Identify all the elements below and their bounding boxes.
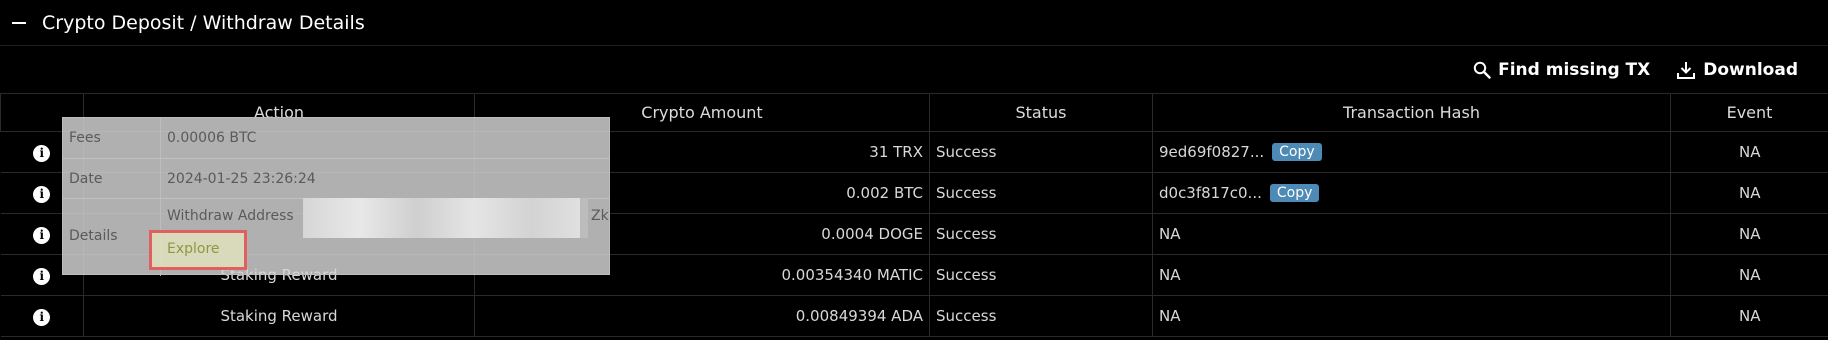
status-cell: Success: [929, 172, 1153, 214]
details-label: Details: [63, 199, 161, 276]
address-tail: Zk: [591, 208, 609, 224]
withdraw-address-value[interactable]: [303, 198, 588, 238]
hash-text[interactable]: d0c3f817c0...: [1159, 184, 1262, 202]
hash-cell: NA: [1152, 295, 1671, 337]
fees-row: Fees 0.00006 BTC: [63, 118, 609, 158]
status-cell: Success: [929, 213, 1153, 255]
status-cell: Success: [929, 295, 1153, 337]
find-missing-tx-label: Find missing TX: [1498, 60, 1651, 80]
download-label: Download: [1703, 60, 1798, 80]
download-button[interactable]: Download: [1676, 60, 1798, 80]
info-icon[interactable]: i: [33, 226, 51, 244]
info-icon[interactable]: i: [33, 267, 51, 285]
hash-cell: 9ed69f0827... Copy: [1152, 131, 1671, 173]
hash-text[interactable]: 9ed69f0827...: [1159, 143, 1264, 161]
header-status[interactable]: Status: [929, 93, 1153, 132]
event-cell: NA: [1670, 295, 1828, 337]
date-row: Date 2024-01-25 23:26:24: [63, 159, 609, 199]
fees-label: Fees: [63, 118, 161, 158]
header-transaction-hash[interactable]: Transaction Hash: [1152, 93, 1671, 132]
event-cell: NA: [1670, 172, 1828, 214]
toolbar: Find missing TX Download: [1473, 52, 1798, 88]
event-cell: NA: [1670, 131, 1828, 173]
explore-button[interactable]: Explore: [149, 230, 247, 270]
minus-icon[interactable]: [12, 21, 26, 24]
status-cell: Success: [929, 254, 1153, 296]
amount-cell: 0.00849394 ADA: [474, 295, 930, 337]
fees-value: 0.00006 BTC: [167, 130, 257, 146]
find-missing-tx-button[interactable]: Find missing TX: [1473, 60, 1650, 80]
panel-title: Crypto Deposit / Withdraw Details: [42, 11, 365, 34]
info-icon[interactable]: i: [33, 185, 51, 203]
info-icon[interactable]: i: [33, 144, 51, 162]
event-cell: NA: [1670, 213, 1828, 255]
date-label: Date: [63, 159, 161, 199]
header-event[interactable]: Event: [1670, 93, 1828, 132]
transaction-details-popover: Fees 0.00006 BTC Date 2024-01-25 23:26:2…: [62, 117, 610, 276]
copy-button[interactable]: Copy: [1272, 143, 1322, 162]
search-icon: [1473, 61, 1491, 79]
download-icon: [1677, 62, 1696, 79]
hash-cell: NA: [1152, 213, 1671, 255]
info-cell: i: [0, 295, 84, 337]
info-icon[interactable]: i: [33, 308, 51, 326]
hash-cell: d0c3f817c0... Copy: [1152, 172, 1671, 214]
event-cell: NA: [1670, 254, 1828, 296]
status-cell: Success: [929, 131, 1153, 173]
action-cell: Staking Reward: [83, 295, 475, 337]
copy-button[interactable]: Copy: [1269, 184, 1320, 203]
panel-header[interactable]: Crypto Deposit / Withdraw Details: [0, 0, 1828, 46]
address-scrollbar[interactable]: [580, 198, 588, 238]
table-row: i Staking Reward 0.00849394 ADA Success …: [0, 295, 1828, 337]
hash-cell: NA: [1152, 254, 1671, 296]
date-value: 2024-01-25 23:26:24: [167, 171, 316, 187]
